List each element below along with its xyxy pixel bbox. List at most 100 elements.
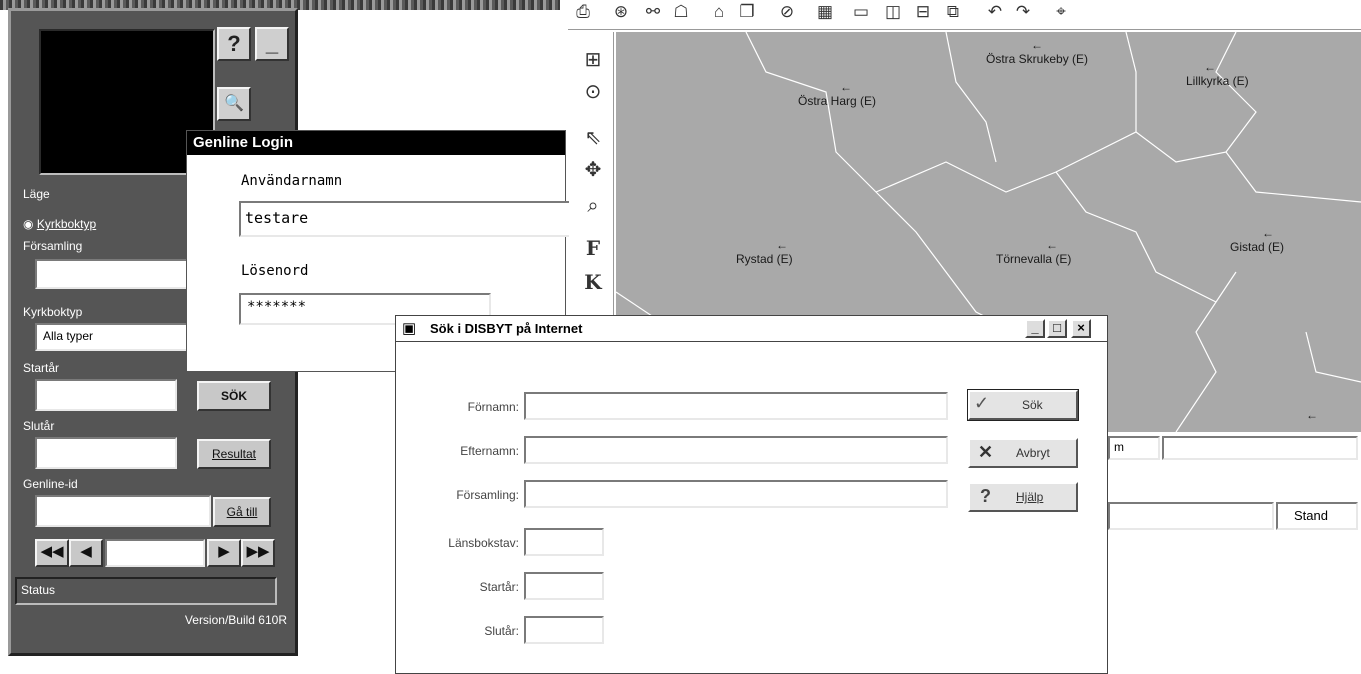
place-marker-icon: ← — [1046, 238, 1058, 252]
pan-icon[interactable]: ✥ — [578, 156, 608, 184]
username-label: Användarnamn — [241, 173, 343, 189]
map-globe-icon[interactable]: ⊙ — [578, 78, 608, 106]
login-title: Genline Login — [187, 131, 565, 155]
dialog-title-bar: Sök i DISBYT på Internet — [396, 316, 1107, 342]
checkmark-icon: ✓ — [974, 393, 990, 413]
place-lillkyrka[interactable]: ← Lillkyrka (E) — [1186, 60, 1249, 88]
slutar-label-dialog: Slutår: — [484, 624, 519, 638]
resultat-button-label: Resultat — [211, 447, 257, 461]
place-marker-icon: ← — [1204, 60, 1216, 74]
genline-id-label: Genline-id — [23, 477, 78, 491]
efternamn-label: Efternamn: — [460, 444, 519, 458]
last-icon[interactable]: ▶▶ — [241, 539, 275, 567]
place-ostra-harg[interactable]: ← Östra Harg (E) — [798, 80, 876, 108]
avbryt-button-label: Avbryt — [1016, 446, 1050, 460]
map-status-bar-left — [1108, 502, 1274, 530]
map-layers-icon[interactable]: ⊞ — [578, 46, 608, 74]
map-status-field-2 — [1162, 436, 1358, 460]
next-icon[interactable]: ▶ — [207, 539, 241, 567]
globe-icon[interactable]: ⊛ — [608, 0, 634, 26]
home-icon[interactable]: ⌂ — [706, 0, 732, 26]
status-field: Status — [15, 577, 277, 605]
place-marker-unlabeled[interactable]: ← — [1306, 408, 1318, 422]
window-cascade-icon[interactable]: ⧉ — [940, 0, 966, 26]
place-marker-icon: ← — [1306, 408, 1318, 422]
mode-label: Läge — [23, 187, 50, 201]
avbryt-button[interactable]: ✕ Avbryt — [968, 438, 1078, 468]
undo-icon[interactable]: ↶ — [982, 0, 1008, 26]
question-icon: ? — [980, 486, 991, 506]
password-label: Lösenord — [241, 263, 309, 279]
fornamn-label: Förnamn: — [467, 400, 519, 414]
help-button[interactable]: ? — [217, 27, 251, 61]
slutar-input-dialog[interactable] — [524, 616, 604, 644]
slutar-label: Slutår — [23, 419, 55, 433]
window-split-vertical-icon[interactable]: ◫ — [880, 0, 906, 26]
lansbokstav-input[interactable] — [524, 528, 604, 556]
binoculars-icon[interactable]: ⚯ — [640, 0, 666, 26]
place-rystad[interactable]: ← Rystad (E) — [736, 238, 793, 266]
redo-icon[interactable]: ↷ — [1010, 0, 1036, 26]
minimize-icon[interactable]: _ — [1025, 319, 1045, 338]
window-split-horizontal-icon[interactable]: ⊟ — [910, 0, 936, 26]
place-gistad[interactable]: ← Gistad (E) — [1230, 226, 1284, 254]
map-status-area — [1108, 462, 1361, 502]
startar-label-dialog: Startår: — [479, 580, 519, 594]
map-toolbar: ⎙ ⊛ ⚯ ☖ ⌂ ❐ ⊘ ▦ ▭ ◫ ⊟ ⧉ ↶ ↷ ⌖ — [568, 0, 1361, 30]
startar-input-dialog[interactable] — [524, 572, 604, 600]
maximize-icon[interactable]: □ — [1047, 319, 1067, 338]
hjalp-button[interactable]: ? Hjälp — [968, 482, 1078, 512]
book-icon[interactable]: ❐ — [734, 0, 760, 26]
window-single-icon[interactable]: ▭ — [848, 0, 874, 26]
app-icon: ▣ — [402, 320, 417, 337]
place-marker-icon: ← — [1031, 38, 1044, 52]
slutar-input[interactable] — [35, 437, 177, 469]
forsamling-input-dialog[interactable] — [524, 480, 948, 508]
map-icon[interactable]: ⊘ — [774, 0, 800, 26]
first-icon[interactable]: ◀◀ — [35, 539, 69, 567]
sok-button-dialog[interactable]: ✓ Sök — [967, 389, 1079, 421]
forsamling-label: Församling — [23, 239, 83, 253]
sok-button[interactable]: SÖK — [197, 381, 271, 411]
prev-icon[interactable]: ◀ — [69, 539, 103, 567]
forsamling-label-dialog: Församling: — [456, 488, 519, 502]
dialog-title: Sök i DISBYT på Internet — [430, 321, 583, 336]
cross-icon: ✕ — [978, 442, 994, 462]
ga-till-button-label: Gå till — [226, 505, 258, 519]
place-tornevalla[interactable]: ← Törnevalla (E) — [996, 238, 1071, 266]
radio-kyrkboktyp-label: Kyrkboktyp — [36, 217, 97, 231]
grid-icon[interactable]: ▦ — [812, 0, 838, 26]
map-status-bar-right: Stand — [1276, 502, 1358, 530]
place-marker-icon: ← — [1262, 226, 1274, 240]
resultat-button[interactable]: Resultat — [197, 439, 271, 469]
username-input[interactable]: testare — [239, 201, 569, 237]
close-icon[interactable]: × — [1071, 319, 1091, 338]
fornamn-input[interactable] — [524, 392, 948, 420]
map-tools-panel: ⊞ ⊙ ⇖ ✥ ⌕ F K — [572, 32, 614, 332]
efternamn-input[interactable] — [524, 436, 948, 464]
forsamling-input[interactable] — [35, 259, 195, 289]
k-tool-icon[interactable]: K — [578, 268, 608, 296]
f-tool-icon[interactable]: F — [578, 234, 608, 262]
genline-id-input[interactable] — [35, 495, 211, 527]
pointer-icon[interactable]: ⇖ — [578, 124, 608, 152]
page-field[interactable] — [105, 539, 205, 567]
kyrkboktyp-select[interactable]: Alla typer — [35, 323, 195, 351]
tag-icon[interactable]: ⌖ — [1048, 0, 1074, 26]
startar-label: Startår — [23, 361, 60, 375]
zoom-icon-map[interactable]: ⌕ — [578, 192, 608, 220]
map-status-field-1: m — [1108, 436, 1160, 460]
ga-till-button[interactable]: Gå till — [213, 497, 271, 527]
place-ostra-skrukeby[interactable]: ← Östra Skrukeby (E) — [986, 38, 1088, 66]
disbyt-search-dialog: Sök i DISBYT på Internet ▣ _ □ × Förnamn… — [395, 315, 1108, 674]
zoom-icon[interactable]: 🔍 — [217, 87, 251, 121]
tree-icon[interactable]: ☖ — [668, 0, 694, 26]
place-marker-icon: ← — [776, 238, 788, 252]
minimize-button[interactable]: _ — [255, 27, 289, 61]
kyrkboktyp-label: Kyrkboktyp — [23, 305, 83, 319]
startar-input[interactable] — [35, 379, 177, 411]
version-text: Version/Build 610R — [184, 613, 287, 627]
radio-kyrkboktyp[interactable]: ◉ Kyrkboktyp — [23, 217, 96, 231]
place-marker-icon: ← — [840, 80, 852, 94]
print-icon[interactable]: ⎙ — [570, 0, 596, 26]
